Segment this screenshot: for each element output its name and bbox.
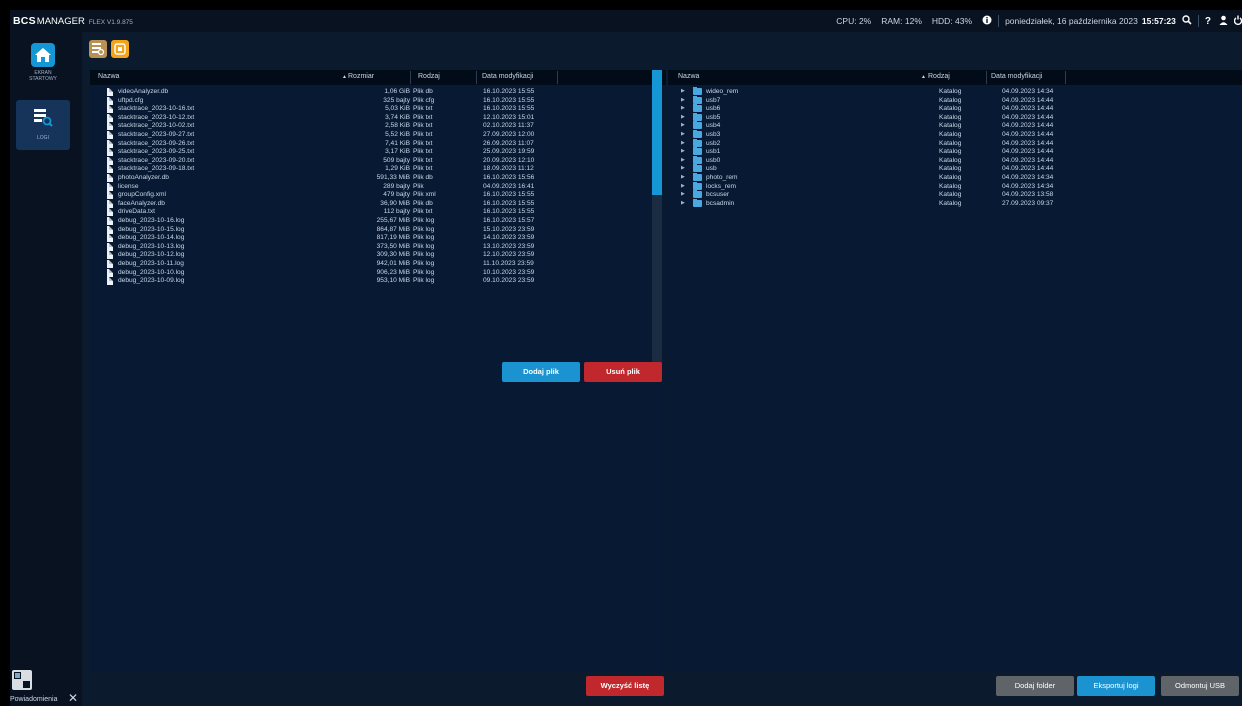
nav-item-logs[interactable]: LOGI xyxy=(16,100,70,150)
folder-icon xyxy=(693,138,702,147)
hdd-value: 43% xyxy=(955,16,973,26)
files-scrollbar[interactable] xyxy=(652,70,662,367)
app-window: BCS MANAGER FLEX V1.9.875 CPU: 2% RAM: 1… xyxy=(10,10,1242,706)
left-nav: EKRAN STARTOWY LOGI Powiadomienia ✕ xyxy=(10,32,82,706)
nav-item-home[interactable]: EKRAN STARTOWY xyxy=(16,38,70,88)
folder-icon xyxy=(693,87,702,95)
ram-value: 12% xyxy=(904,16,922,26)
chevron-right-icon[interactable]: ▶ xyxy=(681,199,685,208)
folder-icon xyxy=(693,198,702,207)
col-header-name[interactable]: Nazwa xyxy=(678,73,699,80)
col-header-size[interactable]: Rozmiar xyxy=(348,73,374,80)
folders-panel: Nazwa ▲ Rodzaj Data modyfikacji ▶ wideo_r… xyxy=(668,70,1242,672)
home-icon xyxy=(31,43,55,67)
date-text: poniedziałek, 16 października 2023 xyxy=(1005,16,1138,26)
brand-manager: MANAGER xyxy=(36,16,85,27)
info-icon[interactable] xyxy=(982,15,992,27)
notifications: Powiadomienia ✕ xyxy=(10,668,82,706)
nav-home-label-line2: STARTOWY xyxy=(29,76,57,82)
sort-indicator-icon: ▲ xyxy=(921,74,926,80)
file-date: 09.10.2023 23:59 xyxy=(483,277,535,285)
file-name: debug_2023-10-09.log xyxy=(118,277,185,285)
app-version: FLEX V1.9.875 xyxy=(88,19,133,26)
file-icon xyxy=(107,277,113,286)
cpu-value: 2% xyxy=(858,16,872,26)
folder-icon xyxy=(693,147,702,156)
folder-icon xyxy=(693,173,702,181)
clear-list-button[interactable]: Wyczyść listę xyxy=(586,676,664,696)
col-header-date[interactable]: Data modyfikacji xyxy=(482,73,533,80)
pin-icon[interactable] xyxy=(1182,15,1192,27)
col-header-type[interactable]: Rodzaj xyxy=(928,73,950,80)
top-bar: BCS MANAGER FLEX V1.9.875 CPU: 2% RAM: 1… xyxy=(10,10,1242,32)
folder-icon xyxy=(693,104,702,113)
notifications-label: Powiadomienia xyxy=(10,696,58,703)
folder-name: bcsadmin xyxy=(706,199,735,207)
files-table-header: Nazwa ▲ Rozmiar Rodzaj Data modyfikacji xyxy=(90,70,666,85)
folder-icon xyxy=(693,130,702,138)
hdd-label: HDD: xyxy=(931,16,953,26)
add-file-button[interactable]: Dodaj plik xyxy=(502,362,580,382)
col-header-date[interactable]: Data modyfikacji xyxy=(991,73,1042,80)
col-header-name[interactable]: Nazwa xyxy=(98,73,119,80)
folder-type: Katalog xyxy=(939,199,962,207)
file-type: Plik log xyxy=(413,277,435,285)
unmount-usb-button[interactable]: Odmontuj USB xyxy=(1161,676,1239,696)
logs-icon xyxy=(31,105,55,129)
folder-icon xyxy=(693,121,702,130)
folders-table-header: Nazwa ▲ Rodzaj Data modyfikacji xyxy=(668,70,1242,85)
folder-icon xyxy=(693,164,702,173)
export-icon[interactable] xyxy=(111,40,129,58)
col-header-type[interactable]: Rodzaj xyxy=(418,73,440,80)
help-icon[interactable]: ? xyxy=(1205,16,1211,27)
folder-icon xyxy=(693,155,702,164)
sort-indicator-icon: ▲ xyxy=(342,74,347,80)
folder-row[interactable]: ▶ bcsadmin Katalog 27.09.2023 09:37 xyxy=(668,198,1242,208)
time-text: 15:57:23 xyxy=(1141,16,1176,26)
user-icon[interactable] xyxy=(1219,15,1228,27)
file-size: 953,10 MiB xyxy=(376,277,410,285)
folder-icon xyxy=(693,190,702,199)
file-row[interactable]: debug_2023-10-09.log 953,10 MiB Plik log 09… xyxy=(90,276,666,286)
files-scrollbar-thumb[interactable] xyxy=(652,70,662,195)
export-logs-button[interactable]: Eksportuj logi xyxy=(1077,676,1155,696)
cpu-label: CPU: xyxy=(836,16,857,26)
nav-home-label: EKRAN STARTOWY xyxy=(16,70,70,82)
folder-icon xyxy=(693,112,702,121)
ram-label: RAM: xyxy=(881,16,903,26)
brand-logo: BCS MANAGER FLEX V1.9.875 xyxy=(13,15,133,27)
folder-date: 27.09.2023 09:37 xyxy=(1002,199,1054,207)
power-icon[interactable] xyxy=(1233,15,1242,27)
close-icon[interactable]: ✕ xyxy=(68,691,78,705)
log-viewer-icon[interactable] xyxy=(89,40,107,58)
status-bar: CPU: 2% RAM: 12% HDD: 43% poniedziałek, … xyxy=(836,10,1242,32)
folder-icon xyxy=(693,181,702,190)
folder-icon xyxy=(693,95,702,104)
nav-logs-label: LOGI xyxy=(37,135,49,141)
notification-icon[interactable] xyxy=(12,670,32,690)
add-folder-button[interactable]: Dodaj folder xyxy=(996,676,1074,696)
delete-file-button[interactable]: Usuń plik xyxy=(584,362,662,382)
brand-bcs: BCS xyxy=(13,15,36,27)
